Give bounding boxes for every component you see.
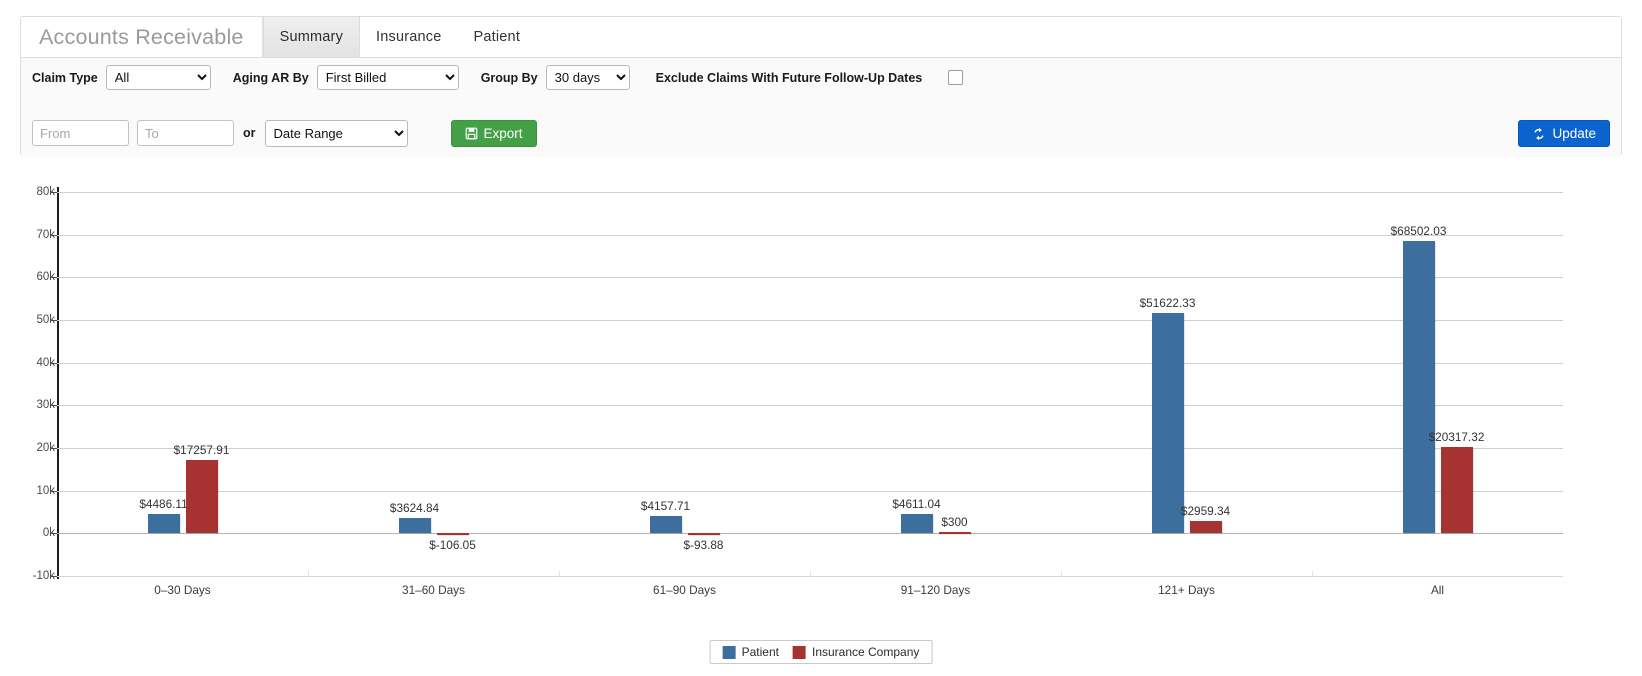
y-axis-tick-label: 40k [36, 356, 55, 369]
bar-value-label: $51622.33 [1139, 296, 1196, 311]
filter-row-dates: or Date Range Export [21, 109, 1621, 157]
y-gridline [57, 490, 1563, 492]
exclude-future-followup-label: Exclude Claims With Future Follow-Up Dat… [655, 70, 923, 85]
bar-patient[interactable] [147, 514, 180, 534]
bar-value-label: $17257.91 [173, 442, 230, 457]
zero-baseline [57, 533, 1563, 535]
y-gridline [57, 405, 1563, 407]
y-gridline [57, 320, 1563, 321]
aging-ar-by-select[interactable]: First Billed [316, 65, 459, 90]
bar-insurance-company[interactable] [436, 533, 469, 536]
tab-summary[interactable]: Summary [262, 17, 361, 57]
legend-swatch-patient [722, 645, 736, 659]
group-by-select[interactable]: 30 days [545, 65, 630, 90]
date-to-input[interactable] [137, 120, 234, 146]
bar-value-label: $4486.11 [139, 497, 188, 512]
x-axis-separator [559, 571, 560, 577]
aging-ar-by-label: Aging AR By [232, 70, 309, 85]
x-axis-category-label: 91–120 Days [900, 583, 971, 597]
bar-value-label: $2959.34 [1180, 503, 1231, 518]
bar-insurance-company[interactable] [185, 459, 218, 534]
bar-patient[interactable] [649, 515, 682, 534]
legend-item-patient[interactable]: Patient [722, 645, 779, 659]
page-title: Accounts Receivable [21, 17, 263, 57]
export-button-label: Export [483, 125, 523, 141]
y-axis-line [57, 187, 59, 579]
save-disk-icon [465, 127, 478, 140]
tab-bar: Accounts Receivable Summary Insurance Pa… [21, 17, 1621, 58]
legend-item-insurance-company[interactable]: Insurance Company [792, 645, 920, 659]
bar-patient[interactable] [1151, 313, 1184, 534]
x-axis-category-label: 31–60 Days [402, 583, 465, 597]
accounts-receivable-page: Accounts Receivable Summary Insurance Pa… [0, 0, 1642, 676]
x-axis-category-label: 61–90 Days [653, 583, 716, 597]
y-gridline [57, 277, 1563, 279]
y-axis-tick-label: 60k [36, 271, 55, 284]
y-gridline [57, 362, 1563, 364]
tab-patient[interactable]: Patient [458, 17, 537, 57]
legend-label-insurance-company: Insurance Company [811, 645, 920, 659]
bar-value-label: $-93.88 [683, 538, 724, 553]
x-axis-category-label: 121+ Days [1158, 583, 1215, 597]
y-gridline [57, 192, 1563, 193]
legend-label-patient: Patient [741, 645, 779, 659]
chart-legend: Patient Insurance Company [709, 640, 933, 664]
x-axis-separator [1061, 571, 1062, 577]
y-axis-tick-label: 80k [36, 186, 55, 198]
bar-value-label: $3624.84 [389, 500, 440, 515]
y-axis-tick-label: 70k [36, 228, 55, 241]
chart-plot-area: 80k 70k 60k 50k 40k 30k 20k 10k 0k -10k 0–30 Days $… [33, 186, 1563, 597]
bar-value-label: $300 [941, 515, 968, 530]
bar-insurance-company[interactable] [938, 532, 971, 535]
y-gridline [57, 234, 1563, 236]
legend-swatch-insurance-company [792, 645, 806, 659]
date-range-select[interactable]: Date Range [264, 119, 408, 147]
x-axis-separator [810, 571, 811, 577]
y-axis-tick-label: 50k [36, 314, 55, 326]
y-axis-tick-label: 0k [42, 527, 55, 540]
claim-type-select[interactable]: All [105, 65, 211, 90]
y-axis-tick-label: 30k [36, 399, 55, 412]
y-axis-tick-label: 10k [36, 484, 55, 497]
y-axis-tick-label: -10k [32, 570, 55, 582]
bar-patient[interactable] [1402, 241, 1435, 534]
or-label: or [243, 126, 256, 140]
x-axis-separator [1312, 571, 1313, 577]
refresh-icon [1532, 127, 1546, 141]
update-button-label: Update [1552, 126, 1596, 141]
bar-value-label: $4611.04 [892, 496, 941, 511]
bar-insurance-company[interactable] [1440, 446, 1473, 534]
bar-patient[interactable] [398, 517, 431, 534]
bar-insurance-company[interactable] [1189, 520, 1222, 534]
bar-value-label: $68502.03 [1390, 224, 1447, 239]
exclude-future-followup-checkbox[interactable] [948, 70, 964, 85]
claim-type-label: Claim Type [32, 70, 98, 85]
update-button[interactable]: Update [1518, 120, 1610, 147]
filter-row-primary: Claim Type All Aging AR By First Billed … [21, 58, 1621, 97]
x-axis-separator [308, 571, 309, 577]
group-by-label: Group By [480, 70, 538, 85]
export-button[interactable]: Export [450, 119, 537, 147]
x-axis-category-label: All [1430, 583, 1445, 597]
x-axis-category-label: 0–30 Days [154, 583, 211, 597]
bar-value-label: $4157.71 [640, 498, 691, 513]
bar-value-label: $20317.32 [1428, 429, 1485, 444]
bar-insurance-company[interactable] [687, 533, 720, 536]
ar-aging-bar-chart: 80k 70k 60k 50k 40k 30k 20k 10k 0k -10k 0–30 Days $… [0, 170, 1642, 676]
tab-insurance[interactable]: Insurance [360, 17, 457, 57]
bar-value-label: $-106.05 [429, 538, 476, 553]
date-from-input[interactable] [32, 120, 129, 146]
y-gridline [57, 448, 1563, 449]
y-axis-tick-label: 20k [36, 442, 55, 454]
filter-panel: Accounts Receivable Summary Insurance Pa… [20, 16, 1622, 157]
